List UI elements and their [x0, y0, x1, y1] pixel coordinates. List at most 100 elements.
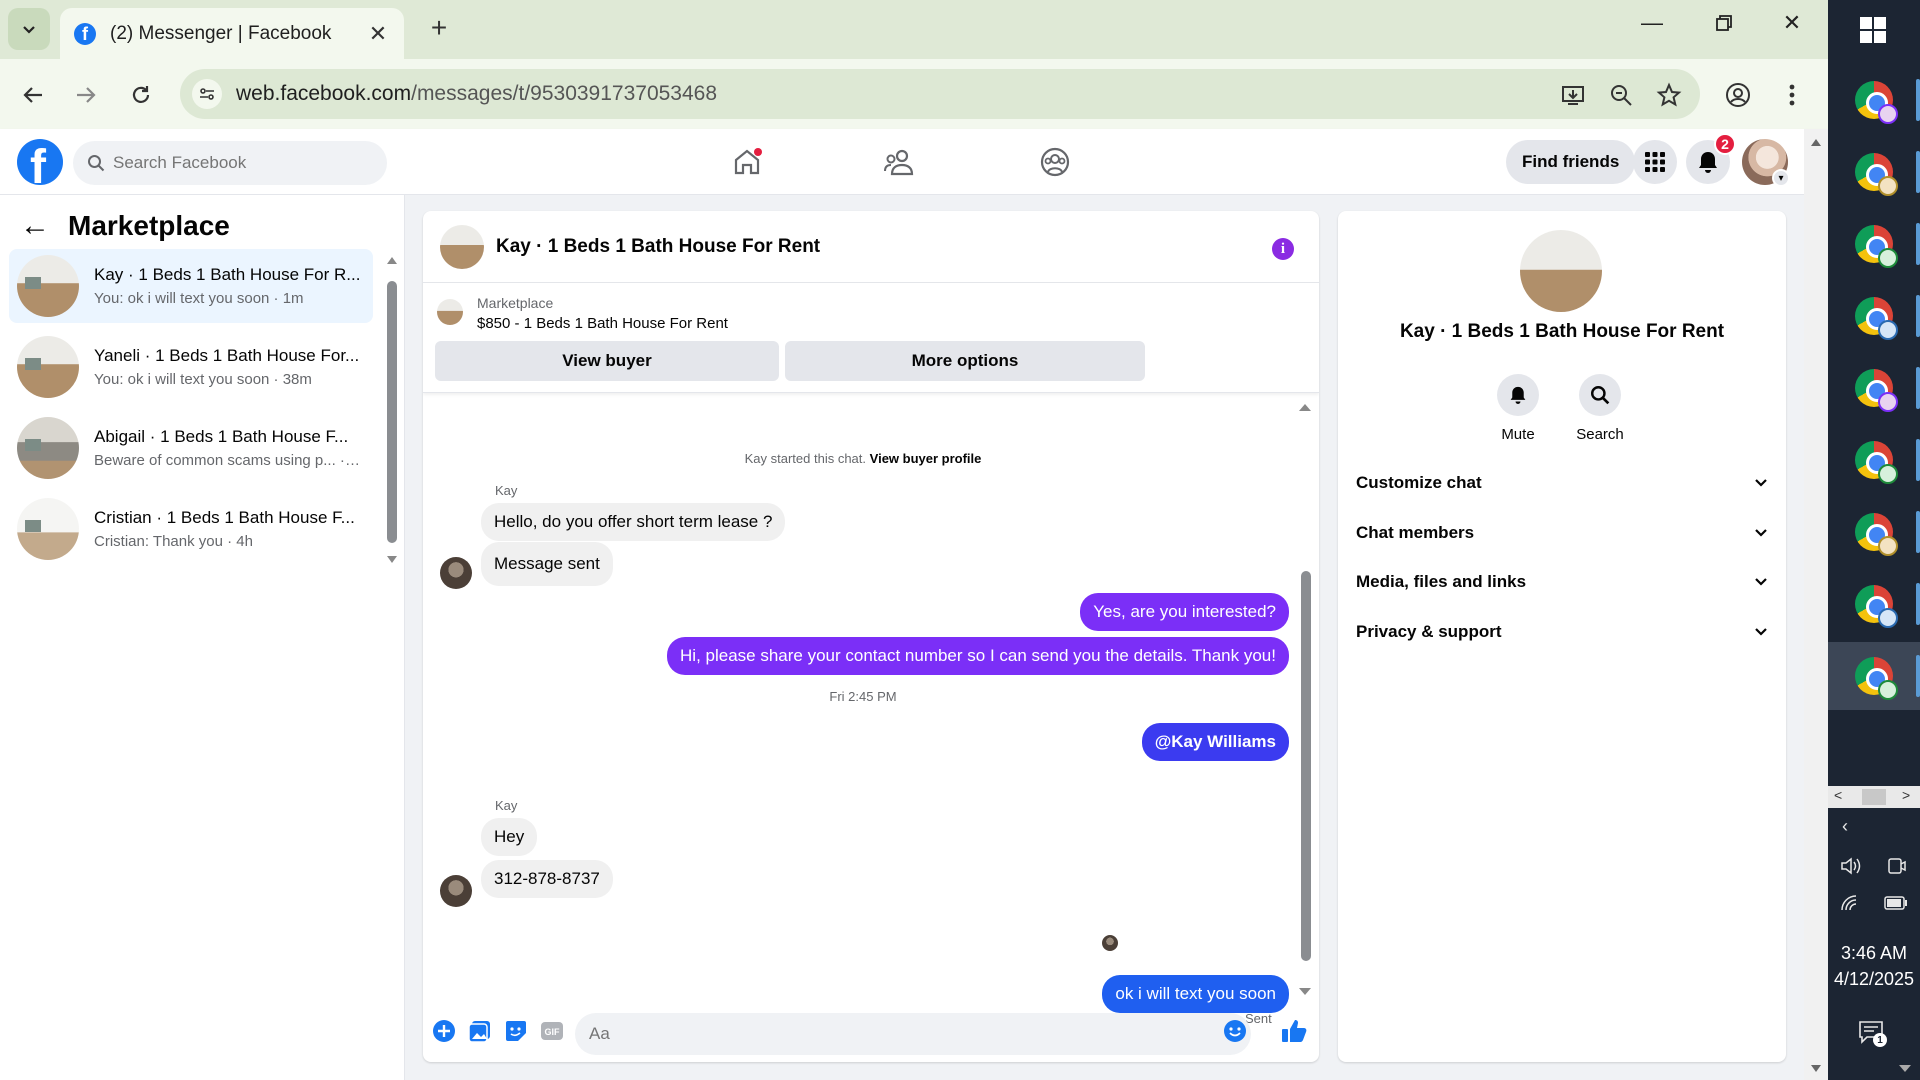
search-in-conversation-button[interactable]: Search [1560, 374, 1640, 443]
wifi-icon[interactable] [1840, 894, 1862, 912]
facebook-search-box[interactable] [73, 141, 387, 185]
listing-title[interactable]: $850 - 1 Beds 1 Bath House For Rent [477, 315, 728, 332]
scroll-down-arrow-icon[interactable] [1810, 1064, 1822, 1074]
taskbar-chrome-window[interactable] [1828, 138, 1920, 206]
battery-icon[interactable] [1884, 896, 1908, 910]
incoming-message[interactable]: 312-878-8737 [481, 860, 613, 898]
outgoing-message[interactable]: @Kay Williams [1141, 723, 1289, 761]
taskbar-chrome-window[interactable] [1828, 570, 1920, 638]
back-button[interactable] [15, 77, 51, 113]
bell-icon [1510, 386, 1526, 404]
facebook-search-input[interactable] [113, 153, 353, 173]
info-icon[interactable]: i [1272, 238, 1294, 260]
scroll-left-icon[interactable]: < [1834, 787, 1842, 803]
conversation-item[interactable]: Yaneli · 1 Beds 1 Bath House For... You:… [9, 330, 373, 404]
scroll-right-icon[interactable]: > [1902, 787, 1910, 803]
search-icon [88, 155, 105, 172]
close-window-button[interactable]: ✕ [1772, 10, 1812, 36]
chat-title[interactable]: Kay · 1 Beds 1 Bath House For Rent [496, 236, 820, 258]
show-hidden-icons-chevron-icon[interactable]: ‹ [1842, 816, 1848, 837]
outgoing-message[interactable]: Yes, are you interested? [1080, 593, 1289, 631]
facebook-logo[interactable]: f [17, 139, 63, 185]
scroll-up-arrow-icon[interactable] [1810, 137, 1822, 147]
listing-thumbnail [17, 255, 79, 317]
gif-icon[interactable]: GIF [539, 1018, 565, 1044]
volume-icon[interactable] [1840, 856, 1862, 876]
nav-groups[interactable] [1025, 139, 1085, 185]
site-info-icon[interactable] [192, 79, 222, 109]
notification-center-button[interactable]: 1 [1858, 1020, 1888, 1050]
conversation-item[interactable]: Abigail · 1 Beds 1 Bath House F... Bewar… [9, 411, 373, 485]
back-arrow-icon[interactable]: ← [20, 209, 50, 243]
conversation-item[interactable]: Kay · 1 Beds 1 Bath House For R... You: … [9, 249, 373, 323]
install-app-icon[interactable] [1560, 82, 1586, 108]
attach-photo-icon[interactable] [467, 1018, 493, 1044]
scroll-down-arrow-icon[interactable] [1298, 987, 1312, 997]
account-avatar[interactable]: ▾ [1742, 139, 1790, 187]
scroll-down-arrow-icon[interactable] [386, 555, 398, 565]
add-actions-icon[interactable] [431, 1018, 457, 1044]
sender-avatar[interactable] [440, 875, 472, 907]
bookmark-star-icon[interactable] [1656, 82, 1682, 108]
windows-start-icon[interactable] [1859, 16, 1887, 44]
taskbar-scroll-thumb[interactable] [1862, 789, 1886, 805]
customize-chat-section[interactable]: Customize chat [1356, 463, 1768, 503]
reload-button[interactable] [123, 77, 159, 113]
chat-members-section[interactable]: Chat members [1356, 513, 1768, 553]
forward-button[interactable] [68, 77, 104, 113]
mute-button[interactable]: Mute [1478, 374, 1558, 443]
scroll-down-arrow-icon[interactable] [1898, 1064, 1912, 1074]
zoom-icon[interactable] [1608, 82, 1634, 108]
browser-toolbar: web.facebook.com/messages/t/953039173705… [0, 59, 1828, 129]
incoming-message[interactable]: Hello, do you offer short term lease ? [481, 503, 786, 541]
menu-button[interactable] [1633, 140, 1677, 184]
media-files-links-section[interactable]: Media, files and links [1356, 562, 1768, 602]
taskbar-chrome-window[interactable] [1828, 66, 1920, 134]
minimize-window-button[interactable]: — [1632, 10, 1672, 36]
view-buyer-profile-link[interactable]: View buyer profile [870, 451, 982, 466]
more-options-button[interactable]: More options [785, 341, 1145, 381]
chrome-menu-button[interactable] [1774, 77, 1810, 113]
thumbs-up-icon[interactable] [1281, 1018, 1307, 1044]
find-friends-button[interactable]: Find friends [1506, 140, 1636, 184]
address-bar[interactable]: web.facebook.com/messages/t/953039173705… [180, 69, 1700, 119]
taskbar-chrome-window[interactable] [1828, 498, 1920, 566]
conversation-preview: You: ok i will text you soon · 38m [94, 371, 312, 388]
listing-avatar[interactable] [1520, 230, 1602, 312]
nav-home[interactable] [717, 139, 777, 185]
thread-scrollbar-thumb[interactable] [1301, 571, 1311, 961]
taskbar-chrome-window[interactable] [1828, 282, 1920, 350]
meet-now-icon[interactable] [1886, 855, 1906, 877]
taskbar-scroll-strip[interactable]: < > [1828, 786, 1920, 808]
sticker-icon[interactable] [503, 1018, 529, 1044]
incoming-message[interactable]: Hey [481, 818, 538, 856]
message-timestamp: Fri 2:45 PM [829, 689, 897, 704]
new-tab-button[interactable]: + [423, 12, 455, 44]
close-tab-icon[interactable]: ✕ [366, 21, 390, 47]
sender-avatar[interactable] [440, 557, 472, 589]
message-input[interactable] [575, 1013, 1251, 1055]
chat-avatar[interactable] [440, 224, 484, 269]
scroll-up-arrow-icon[interactable] [1298, 402, 1312, 412]
taskbar-chrome-window[interactable] [1828, 354, 1920, 422]
scroll-up-arrow-icon[interactable] [386, 255, 398, 265]
profile-button[interactable] [1720, 77, 1756, 113]
restore-window-button[interactable] [1704, 10, 1744, 38]
list-scrollbar-thumb[interactable] [387, 281, 397, 543]
privacy-support-section[interactable]: Privacy & support [1356, 612, 1768, 652]
conversation-preview: Beware of common scams using p... · 1h [94, 452, 364, 469]
page-scrollbar[interactable] [1804, 129, 1828, 1080]
view-buyer-button[interactable]: View buyer [435, 341, 779, 381]
incoming-message[interactable]: Message sent [481, 542, 613, 586]
nav-friends[interactable] [870, 139, 930, 185]
system-clock[interactable]: 3:46 AM 4/12/2025 [1828, 940, 1920, 992]
tab-search-button[interactable] [8, 8, 50, 50]
conversation-item[interactable]: Cristian · 1 Beds 1 Bath House F... Cris… [9, 492, 373, 566]
conversation-preview: Cristian: Thank you · 4h [94, 533, 253, 550]
outgoing-message[interactable]: Hi, please share your contact number so … [667, 637, 1289, 675]
browser-tab-messenger[interactable]: f (2) Messenger | Facebook ✕ [60, 8, 404, 59]
taskbar-chrome-window[interactable] [1828, 426, 1920, 494]
emoji-icon[interactable] [1222, 1018, 1248, 1044]
taskbar-chrome-window-active[interactable] [1828, 642, 1920, 710]
taskbar-chrome-window[interactable] [1828, 210, 1920, 278]
